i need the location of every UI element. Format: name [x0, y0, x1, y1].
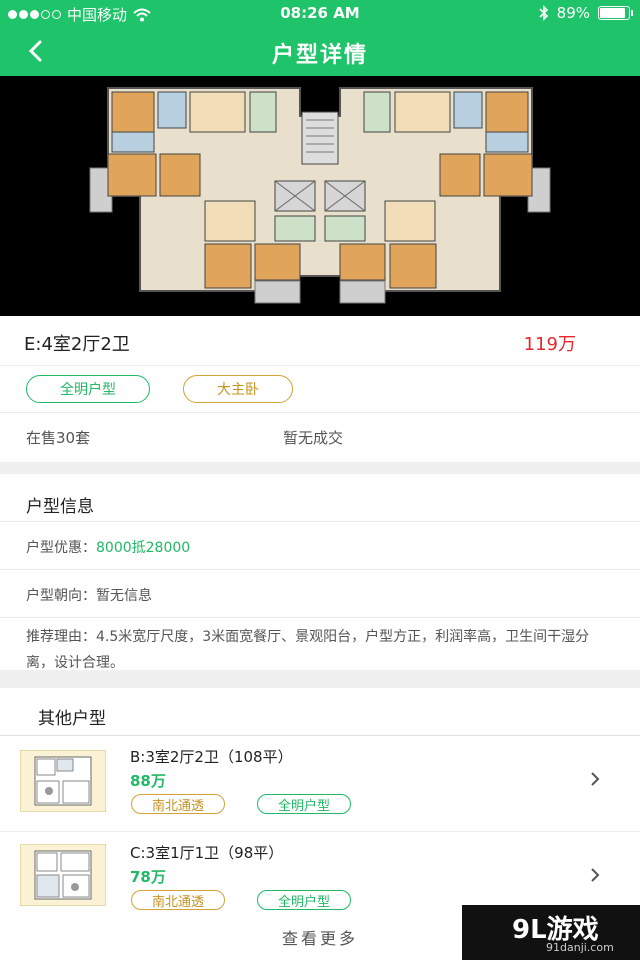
- chevron-right-icon: [591, 868, 600, 882]
- unit-title: E:4室2厅2卫: [24, 334, 130, 355]
- floor-plan-drawing: [0, 76, 640, 316]
- recommend-reason: 推荐理由：4.5米宽厅尺度，3米面宽餐厅、景观阳台，户型方正，利润率高，卫生间干…: [26, 629, 590, 671]
- battery-fill: [600, 8, 625, 18]
- battery-icon: [598, 6, 633, 20]
- unit-info-section: 户型信息 户型优惠：8000抵28000 户型朝向：暂无信息 推荐理由：4.5米…: [0, 474, 640, 671]
- unit-info-title: 户型信息: [26, 497, 94, 517]
- watermark: 9L游戏 91danji.com: [462, 905, 640, 960]
- on-sale-count: 在售30套: [26, 429, 91, 447]
- deal-status: 暂无成交: [283, 429, 344, 447]
- unit-b-tag-north-south: 南北通透: [131, 794, 225, 814]
- unit-b-plan-drawing: [34, 756, 92, 806]
- other-units-header: 其他户型: [0, 688, 640, 736]
- unit-tags-row: 全明户型 大主卧: [0, 366, 640, 413]
- discount-row: 户型优惠：8000抵28000: [0, 522, 640, 570]
- unit-c-plan-drawing: [34, 850, 92, 900]
- unit-header-row: E:4室2厅2卫 119万: [0, 316, 640, 366]
- bluetooth-icon: [539, 5, 548, 21]
- unit-c-thumbnail: [20, 844, 106, 906]
- floor-plan-image[interactable]: [0, 76, 640, 316]
- status-right: 89%: [539, 4, 633, 22]
- unit-c-tag-north-south: 南北通透: [131, 890, 225, 910]
- other-units-section: 其他户型 B:3室2厅2卫（108平） 88万 南北通透 全明户型 C:3室1厅…: [0, 688, 640, 918]
- tag-all-bright: 全明户型: [26, 375, 150, 403]
- unit-c-price: 78万: [130, 868, 166, 886]
- other-unit-item-b[interactable]: B:3室2厅2卫（108平） 88万 南北通透 全明户型: [0, 736, 640, 832]
- reason-row: 推荐理由：4.5米宽厅尺度，3米面宽餐厅、景观阳台，户型方正，利润率高，卫生间干…: [0, 624, 640, 671]
- page-title: 户型详情: [271, 43, 368, 68]
- tag-big-master-bedroom: 大主卧: [183, 375, 293, 403]
- watermark-sub: 91danji.com: [546, 941, 614, 954]
- unit-price: 119万: [523, 334, 576, 355]
- unit-c-name: C:3室1厅1卫（98平）: [130, 844, 284, 862]
- unit-b-price: 88万: [130, 772, 166, 790]
- nav-bar: 户型详情: [0, 26, 640, 76]
- unit-info-header: 户型信息: [0, 474, 640, 522]
- battery-percent: 89%: [556, 4, 590, 22]
- unit-sale-row: 在售30套 暂无成交: [0, 413, 640, 462]
- unit-b-thumbnail: [20, 750, 106, 812]
- unit-b-tag-all-bright: 全明户型: [257, 794, 351, 814]
- unit-b-name: B:3室2厅2卫（108平）: [130, 748, 293, 766]
- discount-value: 8000抵28000: [96, 540, 191, 556]
- unit-summary: E:4室2厅2卫 119万 全明户型 大主卧 在售30套 暂无成交: [0, 316, 640, 462]
- orientation-row: 户型朝向：暂无信息: [0, 570, 640, 618]
- status-bar: 中国移动 08:26 AM 89%: [0, 0, 640, 26]
- discount-label: 户型优惠：8000抵28000: [26, 537, 190, 557]
- chevron-right-icon: [591, 772, 600, 786]
- orientation-text: 户型朝向：暂无信息: [26, 588, 152, 604]
- unit-c-tag-all-bright: 全明户型: [257, 890, 351, 910]
- other-units-title: 其他户型: [38, 709, 106, 729]
- discount-label-text: 户型优惠：: [26, 540, 96, 556]
